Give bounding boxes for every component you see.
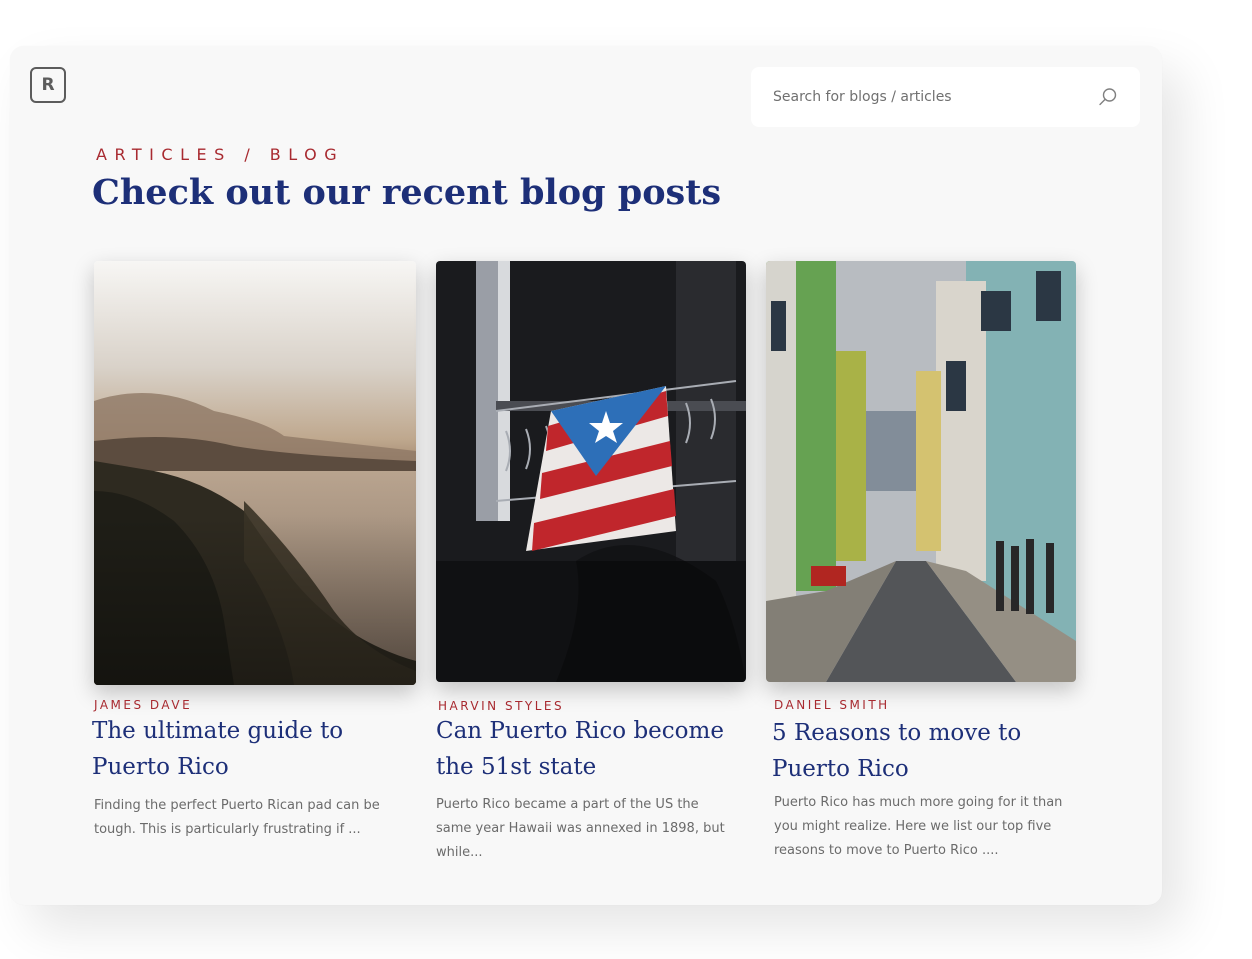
post-author[interactable]: JAMES DAVE <box>94 698 192 712</box>
post-image-street[interactable] <box>766 261 1076 682</box>
search-input[interactable] <box>773 67 1093 127</box>
post-excerpt: Puerto Rico became a part of the US the … <box>436 797 725 860</box>
section-eyebrow: ARTICLES / BLOG <box>96 145 345 164</box>
post-excerpt: Finding the perfect Puerto Rican pad can… <box>94 798 380 837</box>
post-title[interactable]: Can Puerto Rico become the 51st state <box>436 713 748 785</box>
search-icon[interactable] <box>1098 87 1118 107</box>
post-image-flag[interactable] <box>436 261 746 682</box>
post-author[interactable]: HARVIN STYLES <box>438 699 564 713</box>
post-title[interactable]: The ultimate guide to Puerto Rico <box>92 713 412 785</box>
logo-letter: R <box>41 75 55 95</box>
post-excerpt: Puerto Rico has much more going for it t… <box>774 795 1063 858</box>
page-title: Check out our recent blog posts <box>92 172 722 213</box>
post-author[interactable]: DANIEL SMITH <box>774 698 890 712</box>
blog-panel: R ARTICLES / BLOG Check out our recent b… <box>10 46 1162 905</box>
logo[interactable]: R <box>30 67 66 103</box>
post-title[interactable]: 5 Reasons to move to Puerto Rico <box>772 715 1082 787</box>
search-box <box>751 67 1140 127</box>
post-image-coast[interactable] <box>94 261 416 685</box>
